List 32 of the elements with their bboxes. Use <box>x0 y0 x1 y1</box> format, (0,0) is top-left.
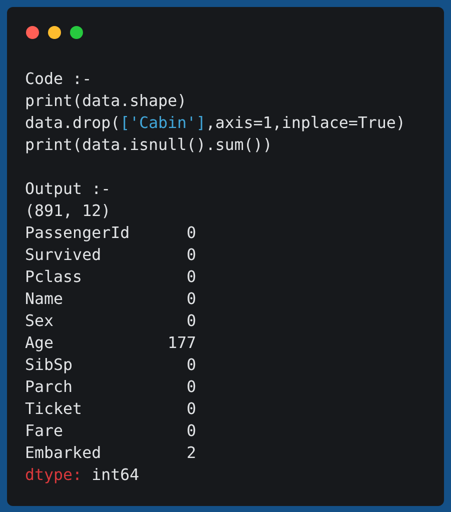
code-line: print(data.isnull().sum()) <box>25 134 272 156</box>
window-control-icon[interactable] <box>70 26 83 39</box>
column-name: Sex <box>25 310 54 332</box>
column-name: Pclass <box>25 266 82 288</box>
output-line: (891, 12) <box>25 200 111 222</box>
column-name: PassengerId <box>25 222 130 244</box>
column-name: Parch <box>25 376 73 398</box>
column-name: SibSp <box>25 354 73 376</box>
code-line: data.drop(['Cabin'],axis=1,inplace=True) <box>25 112 406 134</box>
null-count: 177 <box>168 332 196 354</box>
null-count: 0 <box>186 310 196 332</box>
section-label: Output :- <box>25 178 111 200</box>
code-line: print(data.shape) <box>25 90 187 112</box>
column-name: Ticket <box>25 398 82 420</box>
column-name: Embarked <box>25 442 102 464</box>
null-count: 0 <box>186 222 196 244</box>
window-control-icon[interactable] <box>48 26 61 39</box>
column-name: Survived <box>25 244 102 266</box>
column-name: Name <box>25 288 64 310</box>
section-label: Code :- <box>25 68 92 90</box>
null-count: 0 <box>186 244 196 266</box>
null-count: 0 <box>186 288 196 310</box>
column-name: Fare <box>25 420 64 442</box>
null-count: 0 <box>186 354 196 376</box>
null-count: 2 <box>186 442 196 464</box>
null-count: 0 <box>186 376 196 398</box>
null-count: 0 <box>186 398 196 420</box>
null-count: 0 <box>186 266 196 288</box>
window-control-icon[interactable] <box>26 26 39 39</box>
null-count: 0 <box>186 420 196 442</box>
dtype-line: dtype: int64 <box>25 464 140 486</box>
column-name: Age <box>25 332 54 354</box>
